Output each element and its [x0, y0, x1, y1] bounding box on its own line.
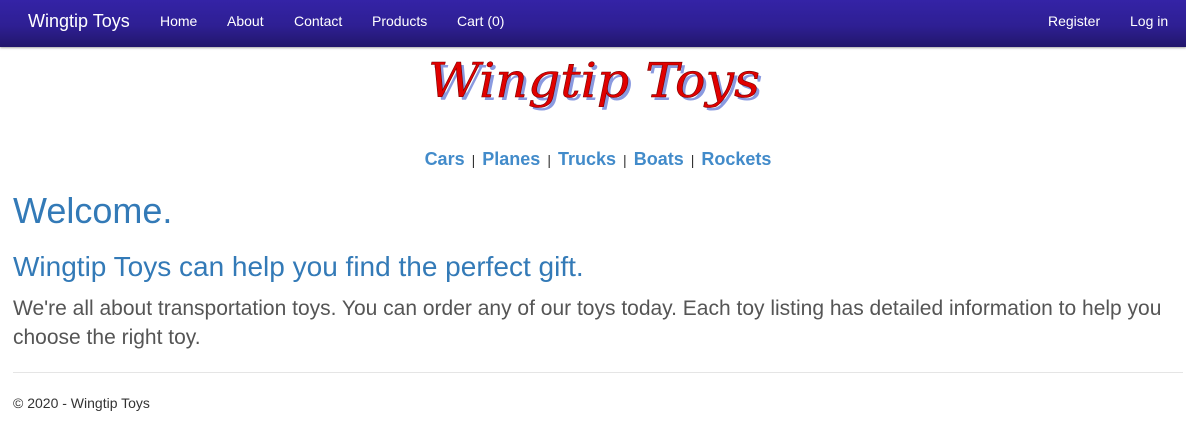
category-cars-link[interactable]: Cars: [425, 149, 465, 169]
login-link[interactable]: Log in: [1130, 13, 1168, 29]
nav-cart-link[interactable]: Cart (0): [457, 13, 504, 29]
category-separator: |: [623, 152, 627, 168]
footer-copyright: © 2020 - Wingtip Toys: [13, 395, 150, 411]
intro-paragraph: We're all about transportation toys. You…: [13, 297, 1162, 349]
nav-contact-link[interactable]: Contact: [294, 13, 342, 29]
category-trucks-link[interactable]: Trucks: [558, 149, 616, 169]
wingtip-toys-logo[interactable]: Wingtip Toys Wingtip Toys: [426, 56, 770, 122]
nav-home-link[interactable]: Home: [160, 13, 197, 29]
top-navbar: Wingtip Toys Home About Contact Products…: [0, 0, 1186, 47]
welcome-heading: Welcome.: [13, 190, 173, 231]
tagline-heading: Wingtip Toys can help you find the perfe…: [13, 251, 584, 282]
category-menu: Cars | Planes | Trucks | Boats | Rockets: [0, 148, 1186, 171]
category-boats-link[interactable]: Boats: [634, 149, 684, 169]
nav-products-link[interactable]: Products: [372, 13, 427, 29]
category-separator: |: [690, 152, 695, 168]
category-planes-link[interactable]: Planes: [482, 149, 540, 169]
category-rockets-link[interactable]: Rockets: [701, 149, 771, 169]
register-link[interactable]: Register: [1048, 13, 1100, 29]
footer-divider: [13, 372, 1183, 373]
brand-link[interactable]: Wingtip Toys: [28, 11, 130, 31]
nav-about-link[interactable]: About: [227, 13, 264, 29]
category-separator: |: [547, 152, 551, 168]
category-separator: |: [471, 152, 476, 168]
logo-text: Wingtip Toys: [428, 56, 760, 109]
